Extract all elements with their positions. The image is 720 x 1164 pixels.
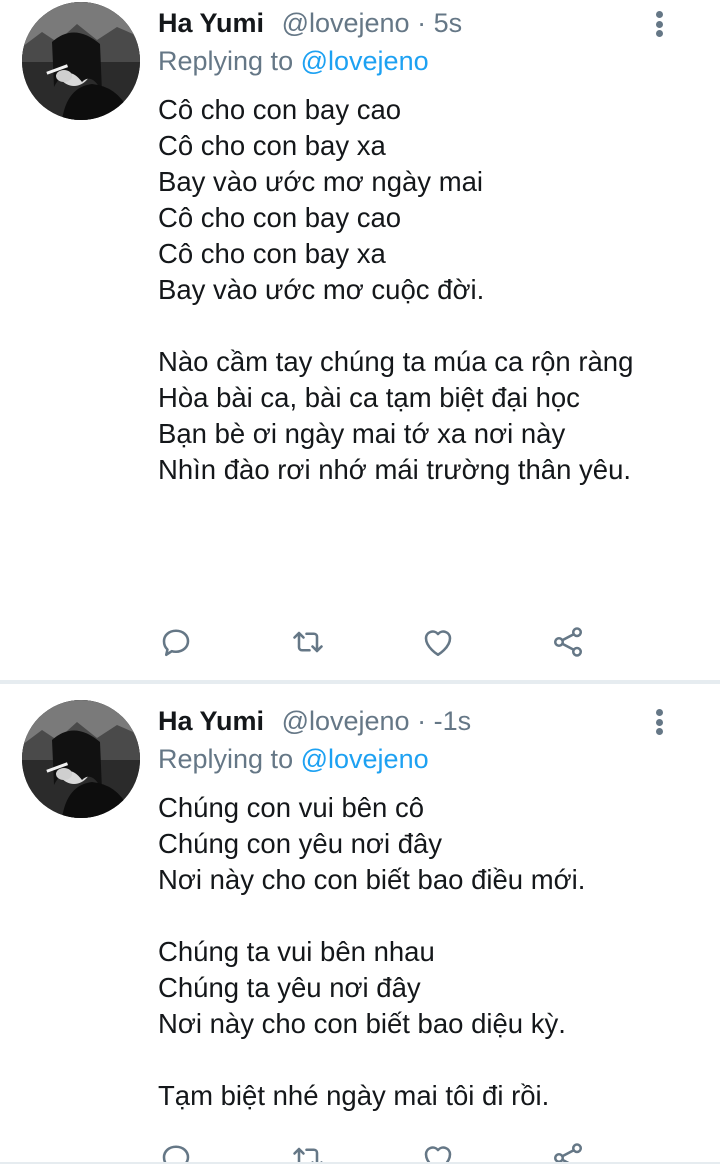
author-name[interactable]: Ha Yumi xyxy=(158,8,264,38)
text-line: Chúng ta yêu nơi đây xyxy=(158,972,421,1003)
author-handle[interactable]: @lovejeno xyxy=(282,8,410,38)
reply-icon xyxy=(162,1145,190,1164)
share-icon xyxy=(553,1143,583,1164)
reply-button[interactable] xyxy=(158,1140,198,1164)
tweet-actions xyxy=(158,624,598,664)
retweet-icon xyxy=(293,631,323,653)
mention-link[interactable]: @lovejeno xyxy=(301,744,429,774)
like-icon xyxy=(424,630,452,657)
text-line: Nhìn đào rơi nhớ mái trường thân yêu. xyxy=(158,454,632,485)
text-line xyxy=(158,1042,678,1078)
text-line: Tạm biệt nhé ngày mai tôi đi rồi. xyxy=(158,1080,550,1111)
avatar-photo xyxy=(22,700,140,818)
tweet[interactable]: Ha Yumi @lovejeno · 5s Replying to @love… xyxy=(0,0,720,680)
replying-to: Replying to @lovejeno xyxy=(158,742,429,776)
author-handle[interactable]: @lovejeno xyxy=(282,706,410,736)
separator-dot: · xyxy=(417,706,427,736)
tweet-header: Ha Yumi @lovejeno · 5s xyxy=(158,6,462,40)
text-line: Chúng con yêu nơi đây xyxy=(158,828,443,859)
text-line: Nơi này cho con biết bao diệu kỳ. xyxy=(158,1008,566,1039)
more-vertical-icon[interactable] xyxy=(648,706,670,738)
more-vertical-icon[interactable] xyxy=(648,8,670,40)
replying-prefix: Replying to xyxy=(158,46,294,76)
avatar[interactable] xyxy=(22,700,140,818)
retweet-button[interactable] xyxy=(290,1140,330,1164)
tweet-header: Ha Yumi @lovejeno · -1s xyxy=(158,704,471,738)
tweet-text: Cô cho con bay cao Cô cho con bay xa Bay… xyxy=(158,92,678,488)
retweet-button[interactable] xyxy=(290,624,330,664)
text-line: Chúng ta vui bên nhau xyxy=(158,936,435,967)
text-line: Cô cho con bay cao xyxy=(158,94,402,125)
text-line: Bay vào ước mơ ngày mai xyxy=(158,166,484,197)
reply-icon xyxy=(162,629,190,657)
text-line: Bạn bè ơi ngày mai tớ xa nơi này xyxy=(158,418,566,449)
mention-link[interactable]: @lovejeno xyxy=(301,46,429,76)
like-button[interactable] xyxy=(420,1140,460,1164)
retweet-icon xyxy=(293,1147,323,1164)
tweet[interactable]: Ha Yumi @lovejeno · -1s Replying to @lov… xyxy=(0,684,720,1164)
timestamp[interactable]: -1s xyxy=(434,706,472,736)
text-line: Nào cầm tay chúng ta múa ca rộn ràng xyxy=(158,346,634,377)
text-line xyxy=(158,898,678,934)
text-line: Bay vào ước mơ cuộc đời. xyxy=(158,274,485,305)
timestamp[interactable]: 5s xyxy=(434,8,463,38)
text-line: Cô cho con bay cao xyxy=(158,202,402,233)
like-icon xyxy=(424,1146,452,1164)
author-name[interactable]: Ha Yumi xyxy=(158,706,264,736)
replying-prefix: Replying to xyxy=(158,744,294,774)
reply-button[interactable] xyxy=(158,624,198,664)
text-line: Cô cho con bay xa xyxy=(158,130,386,161)
replying-to: Replying to @lovejeno xyxy=(158,44,429,78)
tweet-text: Chúng con vui bên cô Chúng con yêu nơi đ… xyxy=(158,790,678,1114)
separator-dot: · xyxy=(417,8,427,38)
text-line: Chúng con vui bên cô xyxy=(158,792,425,823)
text-line xyxy=(158,308,678,344)
text-line: Nơi này cho con biết bao điều mới. xyxy=(158,864,586,895)
share-button[interactable] xyxy=(550,1140,590,1164)
text-line: Cô cho con bay xa xyxy=(158,238,386,269)
share-button[interactable] xyxy=(550,624,590,664)
like-button[interactable] xyxy=(420,624,460,664)
avatar-photo xyxy=(22,2,140,120)
tweet-actions xyxy=(158,1140,598,1164)
text-line: Hòa bài ca, bài ca tạm biệt đại học xyxy=(158,382,580,413)
avatar[interactable] xyxy=(22,2,140,120)
share-icon xyxy=(553,627,583,657)
